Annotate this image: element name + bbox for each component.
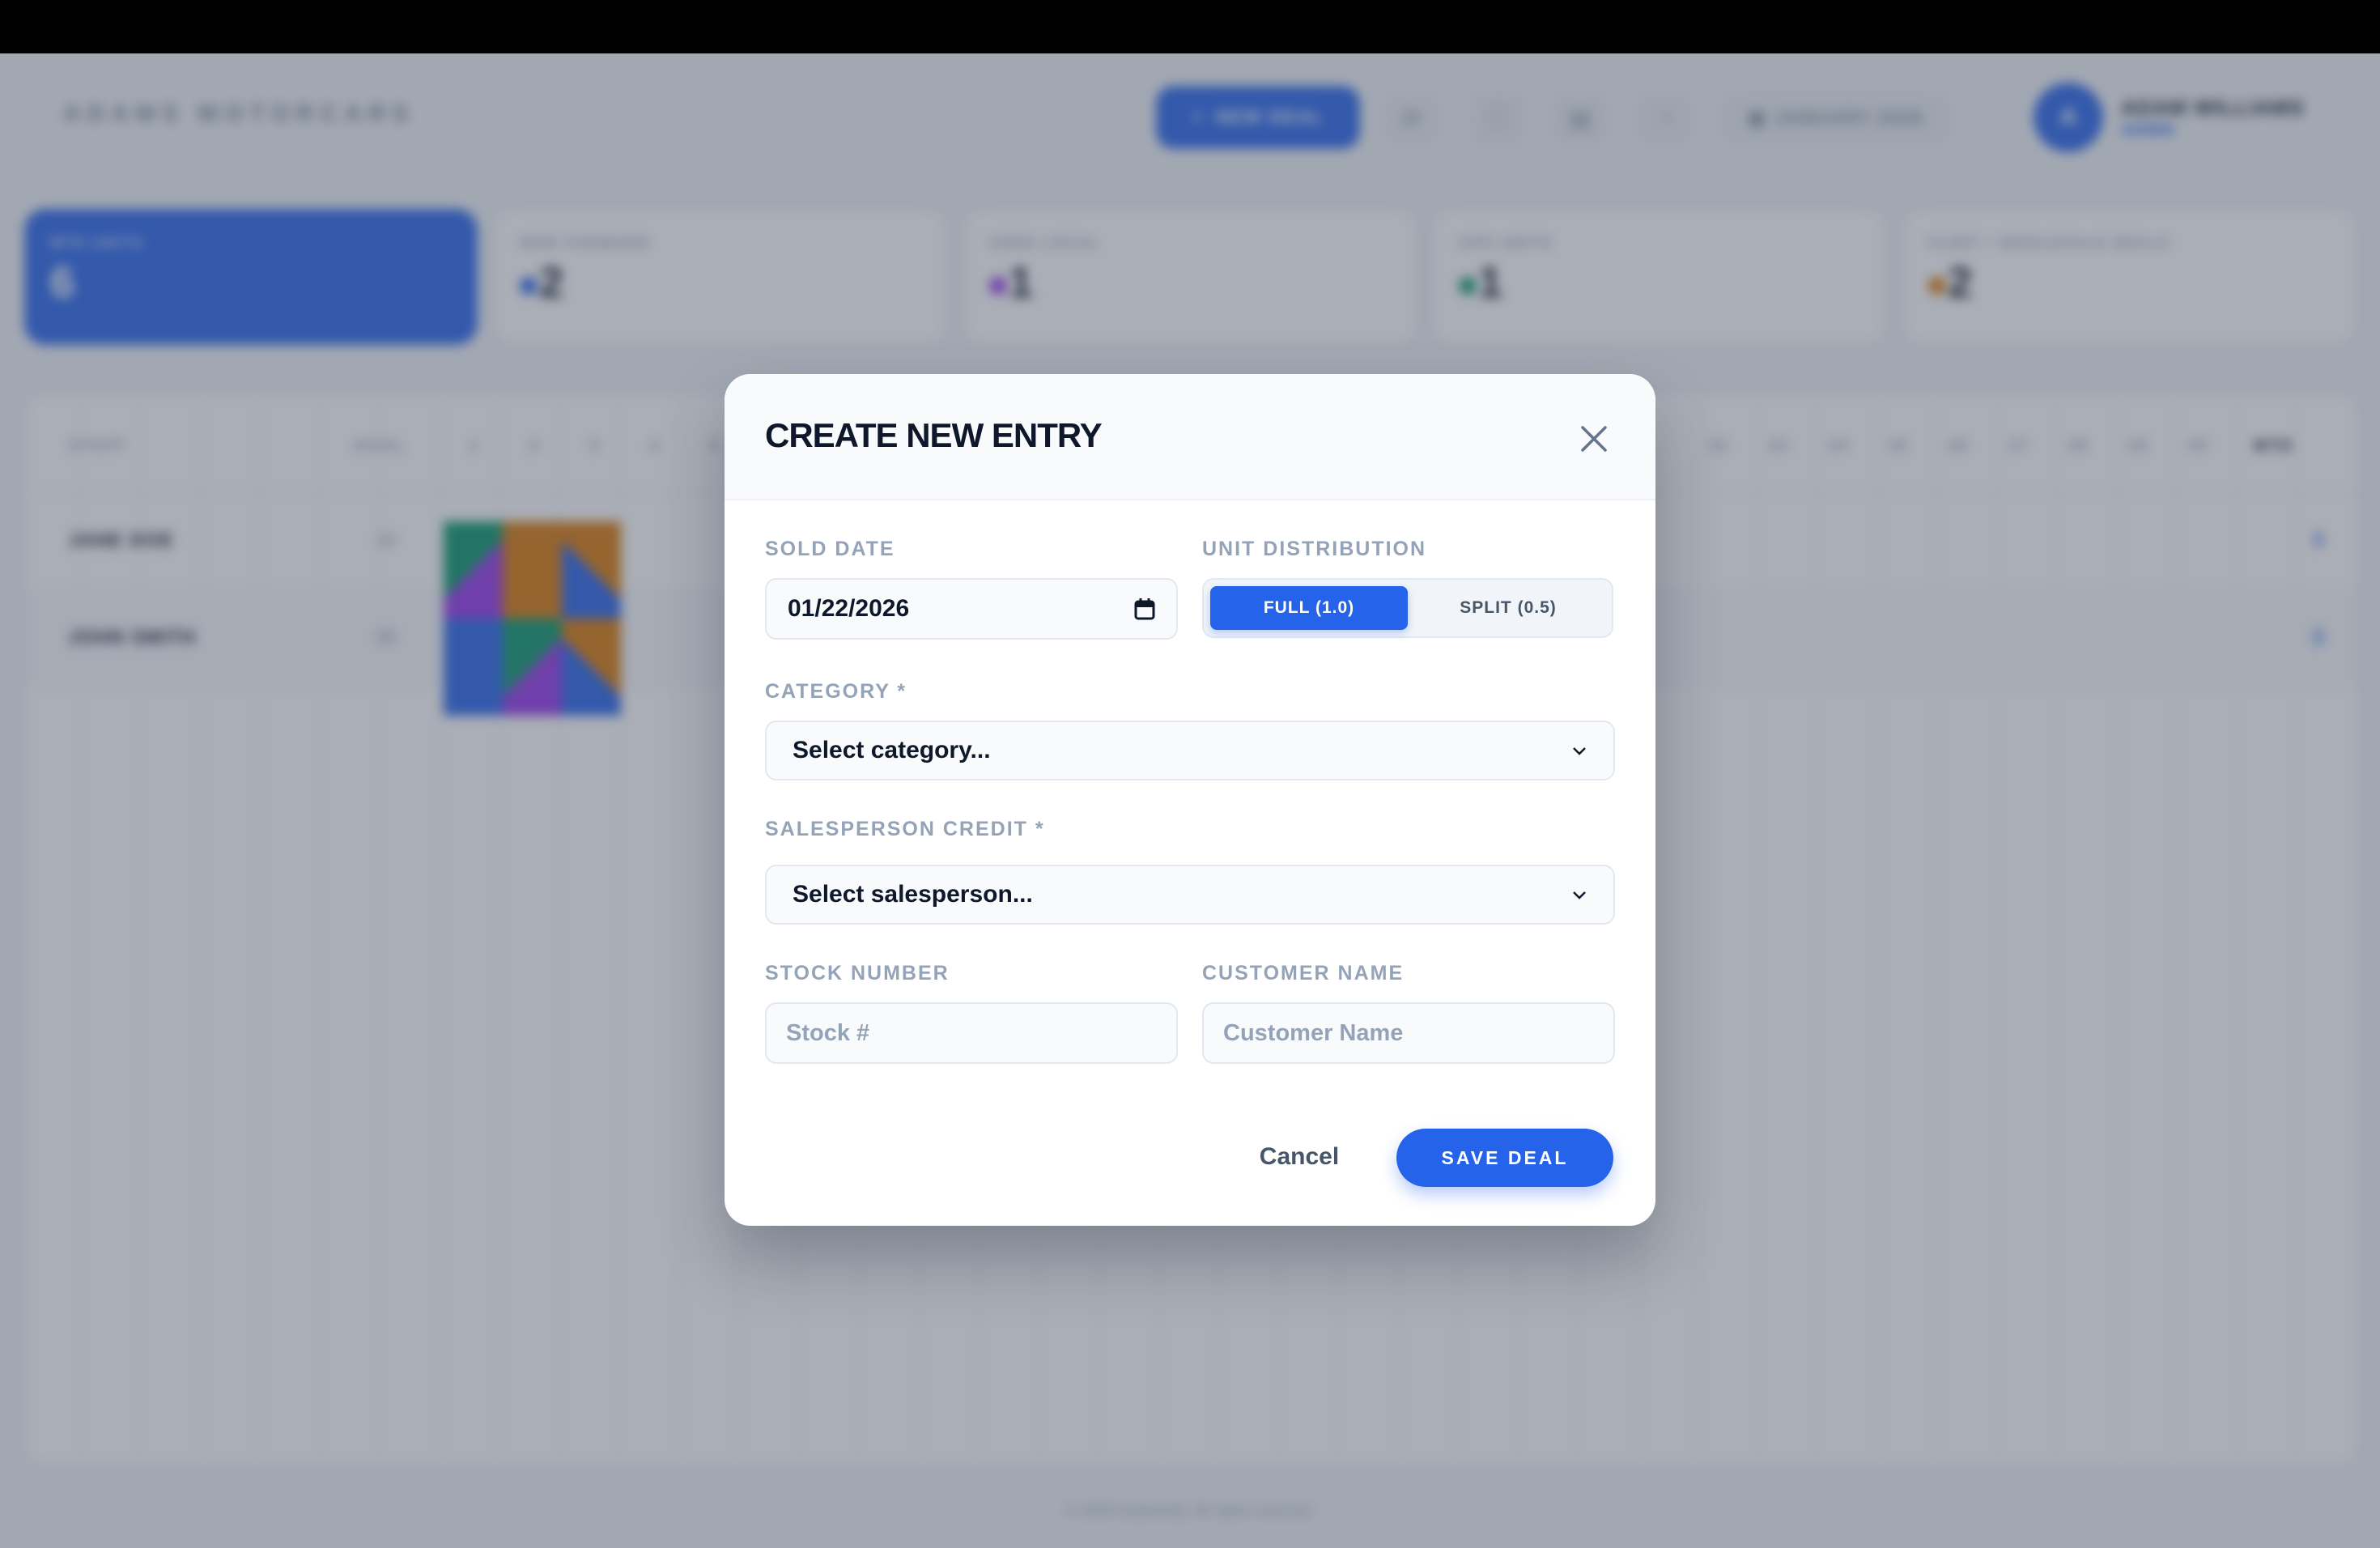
create-entry-modal: CREATE NEW ENTRY SOLD DATE 01/22/2026 UN… — [725, 374, 1655, 1226]
customer-name-label: CUSTOMER NAME — [1202, 962, 1405, 985]
calendar-icon[interactable] — [1134, 598, 1155, 620]
stock-number-placeholder: Stock # — [786, 1019, 870, 1046]
stock-number-input[interactable]: Stock # — [765, 1002, 1178, 1064]
salesperson-label: SALESPERSON CREDIT * — [765, 818, 1045, 840]
unit-distribution-label: UNIT DISTRIBUTION — [1202, 538, 1427, 560]
salesperson-select[interactable]: Select salesperson... — [765, 865, 1615, 925]
customer-name-input[interactable]: Customer Name — [1202, 1002, 1615, 1064]
cancel-button[interactable]: Cancel — [1226, 1137, 1372, 1177]
category-selected: Select category... — [793, 737, 991, 763]
save-deal-button[interactable]: SAVE DEAL — [1396, 1129, 1613, 1187]
stock-number-label: STOCK NUMBER — [765, 962, 950, 985]
category-select[interactable]: Select category... — [765, 721, 1615, 780]
split-option-button[interactable]: SPLIT (0.5) — [1409, 586, 1607, 630]
salesperson-selected: Select salesperson... — [793, 881, 1033, 908]
sold-date-label: SOLD DATE — [765, 538, 895, 560]
full-option-button[interactable]: FULL (1.0) — [1210, 586, 1408, 630]
sold-date-value: 01/22/2026 — [788, 595, 910, 622]
chevron-down-icon — [1573, 747, 1586, 755]
modal-title: CREATE NEW ENTRY — [765, 416, 1103, 454]
customer-name-placeholder: Customer Name — [1223, 1019, 1404, 1046]
modal-header: CREATE NEW ENTRY — [725, 374, 1655, 500]
chevron-down-icon — [1573, 891, 1586, 899]
category-label: CATEGORY * — [765, 680, 907, 703]
unit-distribution-toggle: FULL (1.0) SPLIT (0.5) — [1202, 578, 1613, 638]
sold-date-input[interactable]: 01/22/2026 — [765, 578, 1178, 640]
close-icon — [1581, 426, 1607, 452]
close-button[interactable] — [1576, 421, 1612, 457]
top-black-bar — [0, 0, 2380, 53]
